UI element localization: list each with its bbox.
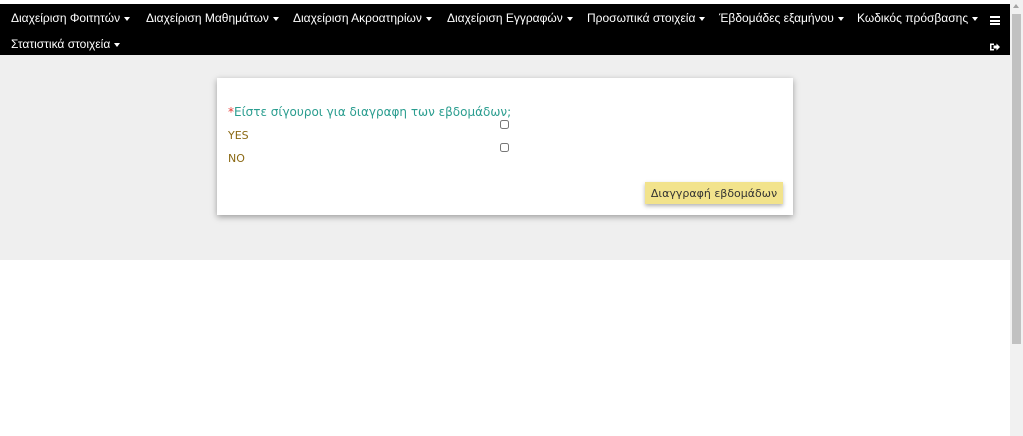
nav-item-semester-weeks[interactable]: Έβδομάδες εξαμήνου — [719, 11, 844, 25]
nav-item-label: Έβδομάδες εξαμήνου — [719, 11, 834, 25]
nav-item-label: Διαχείριση Φοιτητών — [11, 11, 121, 25]
nav-item-label: Κωδικός πρόσβασης — [857, 11, 969, 25]
nav-item-label: Στατιστικά στοιχεία — [11, 37, 111, 51]
nav-item-label: Διαχείριση Μαθημάτων — [146, 11, 269, 25]
nav-item-auditoriums[interactable]: Διαχείριση Ακροατηρίων — [293, 11, 432, 25]
nav-item-personal-info[interactable]: Προσωπικά στοιχεία — [587, 11, 706, 25]
yes-checkbox[interactable] — [500, 120, 509, 129]
no-label: NO — [228, 152, 245, 165]
nav-item-courses[interactable]: Διαχείριση Μαθημάτων — [146, 11, 279, 25]
caret-down-icon — [114, 42, 121, 47]
caret-down-icon — [124, 16, 131, 21]
no-checkbox[interactable] — [500, 143, 509, 152]
nav-item-password[interactable]: Κωδικός πρόσβασης — [857, 11, 979, 25]
nav-item-enrollments[interactable]: Διαχείριση Εγγραφών — [447, 11, 573, 25]
delete-question: *Είστε σίγουροι για διαγραφη των εβδομάδ… — [228, 105, 511, 119]
caret-down-icon — [566, 16, 573, 21]
vertical-scrollbar[interactable] — [1010, 0, 1023, 436]
scrollbar-thumb[interactable] — [1012, 14, 1021, 344]
hamburger-menu-icon[interactable] — [990, 16, 1000, 25]
caret-down-icon — [272, 16, 279, 21]
yes-label: YES — [228, 129, 249, 142]
nav-item-statistics[interactable]: Στατιστικά στοιχεία — [11, 37, 121, 51]
main-navbar: Διαχείριση Φοιτητών Διαχείριση Μαθημάτων… — [0, 4, 1010, 55]
delete-weeks-button[interactable]: Διαγγραφή εβδομάδων — [645, 182, 783, 204]
question-text: Είστε σίγουροι για διαγραφη των εβδομάδω… — [234, 105, 512, 119]
nav-item-students[interactable]: Διαχείριση Φοιτητών — [11, 11, 131, 25]
nav-item-label: Διαχείριση Εγγραφών — [447, 11, 563, 25]
delete-weeks-form: *Είστε σίγουροι για διαγραφη των εβδομάδ… — [217, 78, 793, 215]
caret-down-icon — [699, 16, 706, 21]
caret-down-icon — [425, 16, 432, 21]
sign-out-icon[interactable] — [989, 42, 1001, 52]
scroll-up-arrow-icon[interactable] — [1013, 4, 1019, 8]
caret-down-icon — [972, 16, 979, 21]
caret-down-icon — [837, 16, 844, 21]
nav-item-label: Διαχείριση Ακροατηρίων — [293, 11, 422, 25]
nav-item-label: Προσωπικά στοιχεία — [587, 11, 696, 25]
